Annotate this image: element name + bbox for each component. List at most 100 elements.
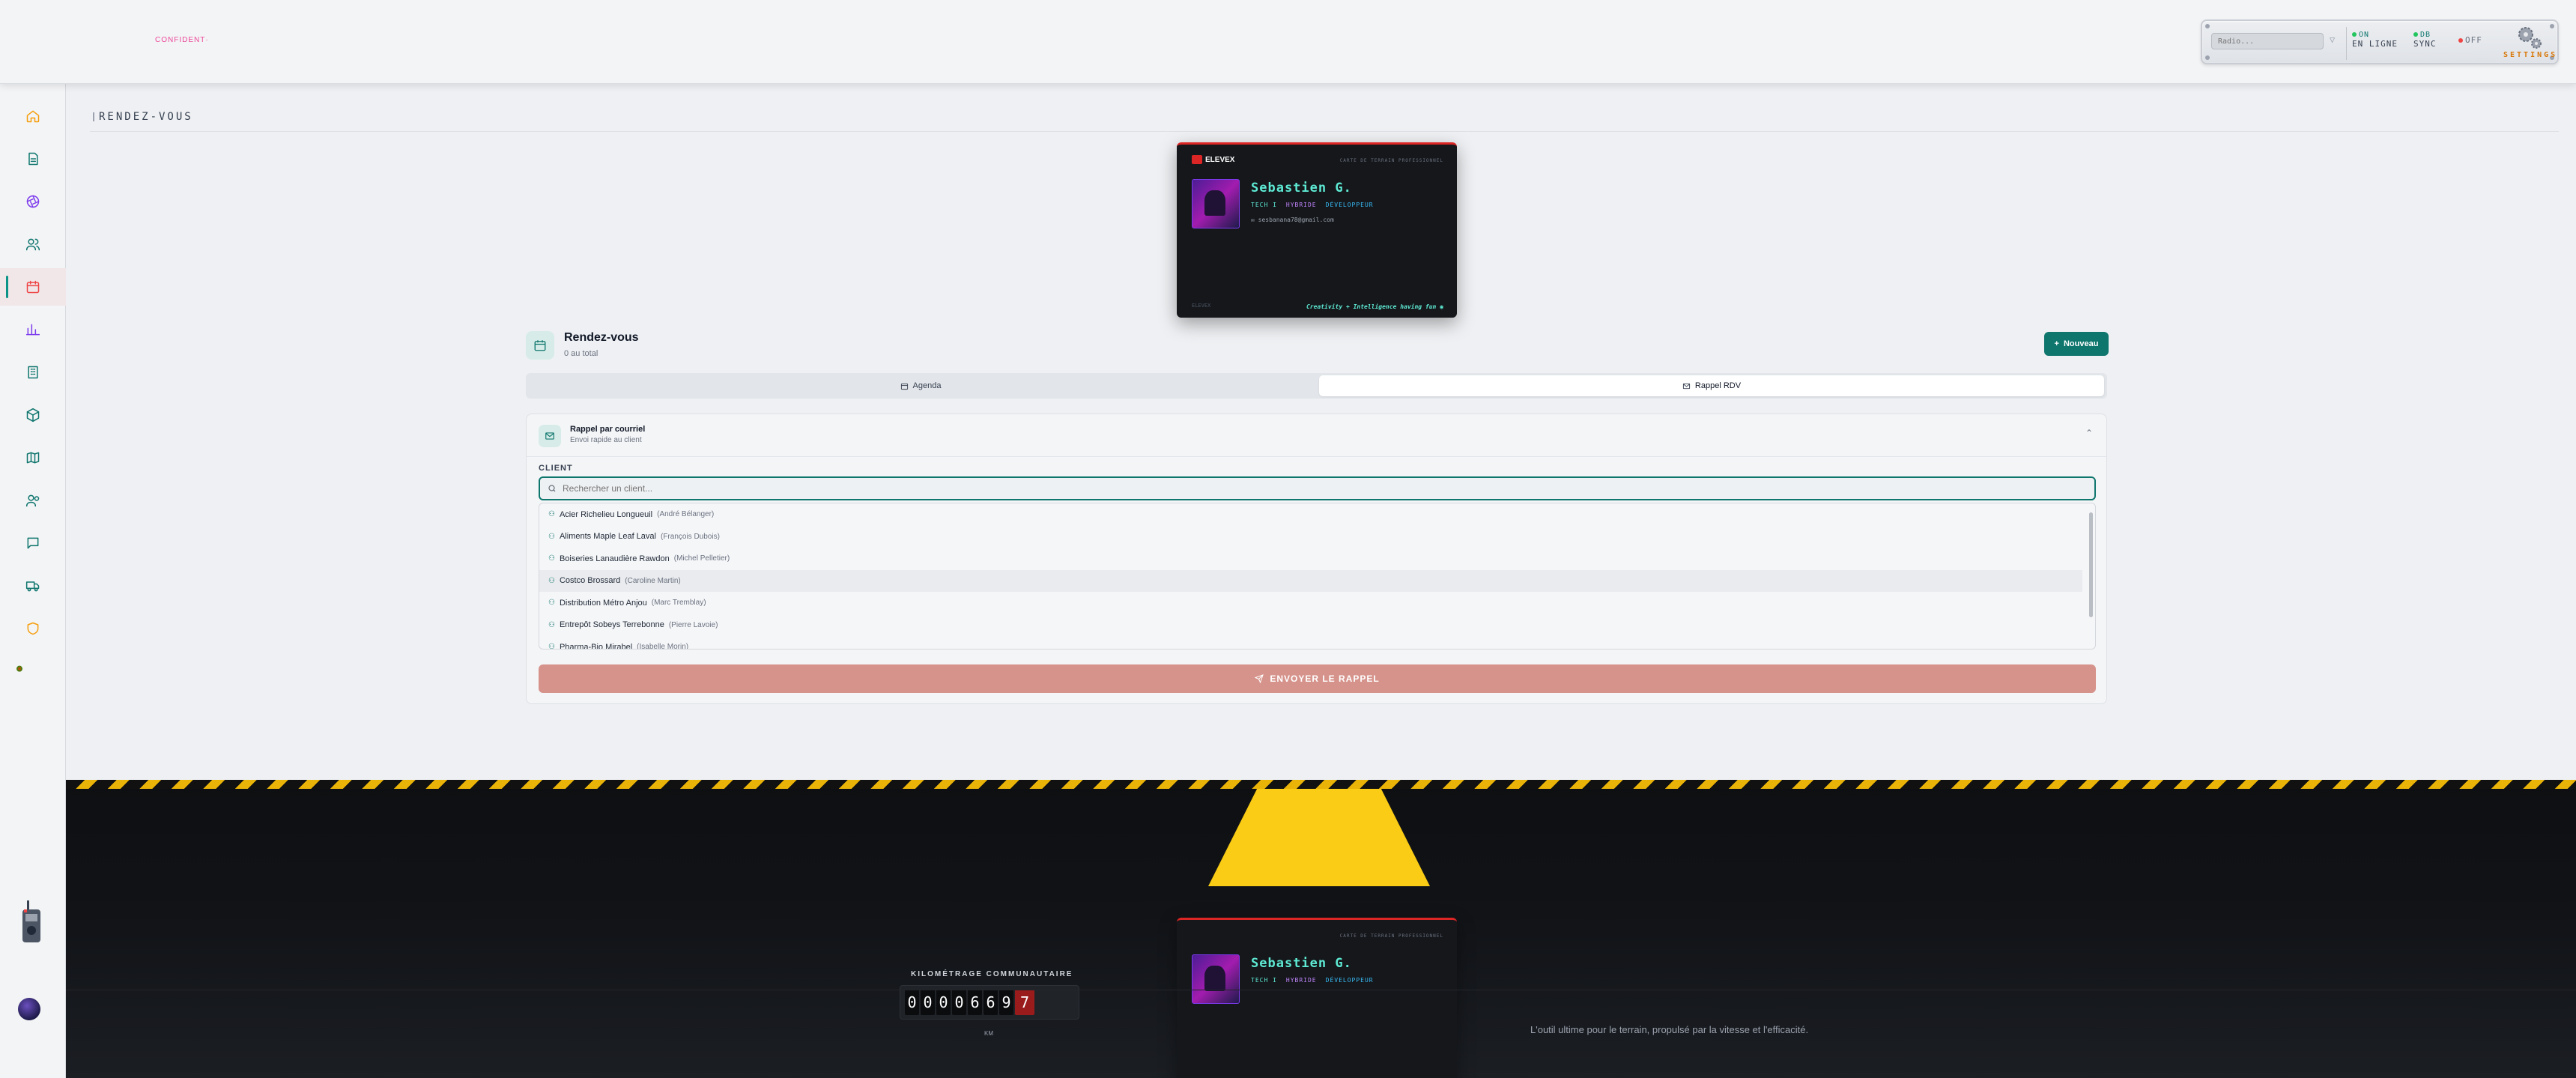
aperture-icon xyxy=(26,195,40,208)
user-icon: ⚇ xyxy=(548,576,555,585)
map-icon xyxy=(26,452,40,464)
list-item[interactable]: ⚇ Boiseries Lanaudière Rawdon (Michel Pe… xyxy=(539,548,2082,570)
list-item[interactable]: ⚇ Entrepôt Sobeys Terrebonne (Pierre Lav… xyxy=(539,614,2082,637)
divider xyxy=(2346,27,2347,60)
new-appointment-button[interactable]: + Nouveau xyxy=(2044,332,2109,356)
client-name: Aliments Maple Leaf Laval xyxy=(559,532,656,542)
list-item[interactable]: ⚇ Acier Richelieu Longueuil (André Bélan… xyxy=(539,503,2082,526)
list-item[interactable]: ⚇ Distribution Métro Anjou (Marc Trembla… xyxy=(539,592,2082,614)
client-contact: (Michel Pelletier) xyxy=(673,554,730,563)
home-icon xyxy=(26,110,40,123)
user-icon: ⚇ xyxy=(548,599,555,608)
client-name: Distribution Métro Anjou xyxy=(559,598,647,608)
send-reminder-button[interactable]: ENVOYER LE RAPPEL xyxy=(539,664,2096,693)
users-icon xyxy=(25,238,40,251)
card-footer-left: ELEVEX xyxy=(1192,303,1211,309)
screw-icon xyxy=(2205,55,2210,60)
user-icon: ⚇ xyxy=(548,510,555,519)
send-icon xyxy=(1255,674,1264,683)
sidebar-item-team[interactable] xyxy=(0,482,66,519)
gears-icon[interactable] xyxy=(2511,24,2548,54)
role-badge: DÉVELOPPEUR xyxy=(1325,977,1374,984)
mail-icon xyxy=(539,425,561,447)
sidebar xyxy=(0,84,66,1078)
sidebar-item-fleet[interactable] xyxy=(0,567,66,605)
logo-icon xyxy=(1192,155,1202,164)
list-item[interactable]: ⚇ Aliments Maple Leaf Laval (François Du… xyxy=(539,526,2082,548)
building-icon xyxy=(28,366,38,379)
footer-tagline: L'outil ultime pour le terrain, propulsé… xyxy=(1530,1024,1809,1035)
client-name: Acier Richelieu Longueuil xyxy=(559,509,653,519)
shield-icon xyxy=(27,622,39,635)
tab-label: Rappel RDV xyxy=(1694,381,1742,390)
header-divider xyxy=(90,131,2559,132)
role-badge: DÉVELOPPEUR xyxy=(1325,202,1374,208)
sidebar-item-home[interactable] xyxy=(0,97,66,135)
page-title: RENDEZ-VOUS xyxy=(93,111,193,123)
scrollbar[interactable] xyxy=(2089,512,2093,617)
list-item[interactable]: ⚇ Costco Brossard (Caroline Martin) xyxy=(539,569,2082,592)
client-contact: (Isabelle Morin) xyxy=(637,643,689,649)
tab-label: Agenda xyxy=(912,381,942,390)
client-contact: (Marc Tremblay) xyxy=(651,599,706,608)
client-dropdown: ⚇ Acier Richelieu Longueuil (André Bélan… xyxy=(539,503,2096,649)
user-icon: ⚇ xyxy=(548,620,555,629)
settings-label[interactable]: SETTINGS xyxy=(2503,51,2557,59)
odometer-label: KILOMÉTRAGE COMMUNAUTAIRE xyxy=(911,970,1073,978)
sidebar-item-calendar[interactable] xyxy=(0,268,66,306)
reminder-subtitle: Envoi rapide au client xyxy=(570,436,642,444)
new-button-label: Nouveau xyxy=(2063,339,2099,348)
odometer-digit: 6 xyxy=(968,990,982,1015)
divider xyxy=(527,456,2106,457)
card-name: Sebastien G. xyxy=(1251,956,1352,971)
role-badge: TECH I xyxy=(1251,202,1277,208)
walkie-talkie-icon[interactable] xyxy=(18,899,45,944)
odometer-digit: 0 xyxy=(952,990,966,1015)
user-icon: ⚇ xyxy=(548,554,555,563)
sidebar-item-packages[interactable] xyxy=(0,396,66,434)
tab-rappel-rdv[interactable]: Rappel RDV xyxy=(1319,375,2104,396)
filter-icon[interactable]: ▽ xyxy=(2330,34,2335,45)
sidebar-item-buildings[interactable] xyxy=(0,354,66,391)
calendar-icon xyxy=(26,280,40,294)
tab-agenda[interactable]: Agenda xyxy=(528,375,1313,396)
screw-icon xyxy=(2550,24,2554,28)
user-icon: ⚇ xyxy=(548,532,555,541)
list-item[interactable]: ⚇ Pharma-Bio Mirabel (Isabelle Morin) xyxy=(539,636,2082,649)
chevron-up-icon[interactable]: ⌃ xyxy=(2085,428,2093,438)
chart-icon xyxy=(25,324,40,336)
card-logo: ELEVEX xyxy=(1192,155,1234,164)
odometer-digit: 0 xyxy=(921,990,935,1015)
db-status: DB SYNC xyxy=(2413,31,2437,49)
sidebar-item-aperture[interactable] xyxy=(0,183,66,220)
card-tag: CARTE DE TERRAIN PROFESSIONNEL xyxy=(1339,933,1443,939)
document-icon xyxy=(28,152,38,166)
off-toggle[interactable]: OFF xyxy=(2458,36,2482,45)
sidebar-item-analytics[interactable] xyxy=(0,311,66,348)
client-contact: (Caroline Martin) xyxy=(625,576,681,585)
sidebar-item-messages[interactable] xyxy=(0,524,66,562)
sidebar-item-bug[interactable] xyxy=(0,649,66,687)
sidebar-item-documents[interactable] xyxy=(0,140,66,178)
sidebar-item-map[interactable] xyxy=(0,439,66,476)
odometer-digit: 0 xyxy=(936,990,951,1015)
status-dot-icon xyxy=(2458,38,2463,43)
client-name: Boiseries Lanaudière Rawdon xyxy=(559,554,670,563)
calendar-icon xyxy=(900,383,908,390)
rdv-title: Rendez-vous xyxy=(564,331,639,344)
card-name: Sebastien G. xyxy=(1251,181,1352,196)
card-email-text: sesbanana78@gmail.com xyxy=(1258,216,1334,223)
client-contact: (Pierre Lavoie) xyxy=(668,620,718,629)
client-search-input[interactable] xyxy=(563,483,1012,494)
sidebar-item-security[interactable] xyxy=(0,610,66,647)
radio-search-input[interactable] xyxy=(2211,33,2324,49)
status-dot-icon xyxy=(2413,32,2418,37)
sidebar-item-users[interactable] xyxy=(0,225,66,263)
footer-profile-card: CARTE DE TERRAIN PROFESSIONNEL Sebastien… xyxy=(1177,918,1457,1078)
db-status-label: SYNC xyxy=(2413,39,2437,49)
mail-icon: ✉ xyxy=(1251,216,1258,223)
top-bar: CONFIDENT· ▽ ON EN LIGNE DB SYNC OFF SET… xyxy=(0,0,2576,84)
footer: CARTE DE TERRAIN PROFESSIONNEL Sebastien… xyxy=(66,780,2576,1078)
client-contact: (François Dubois) xyxy=(660,532,720,541)
avatar[interactable] xyxy=(18,998,40,1020)
